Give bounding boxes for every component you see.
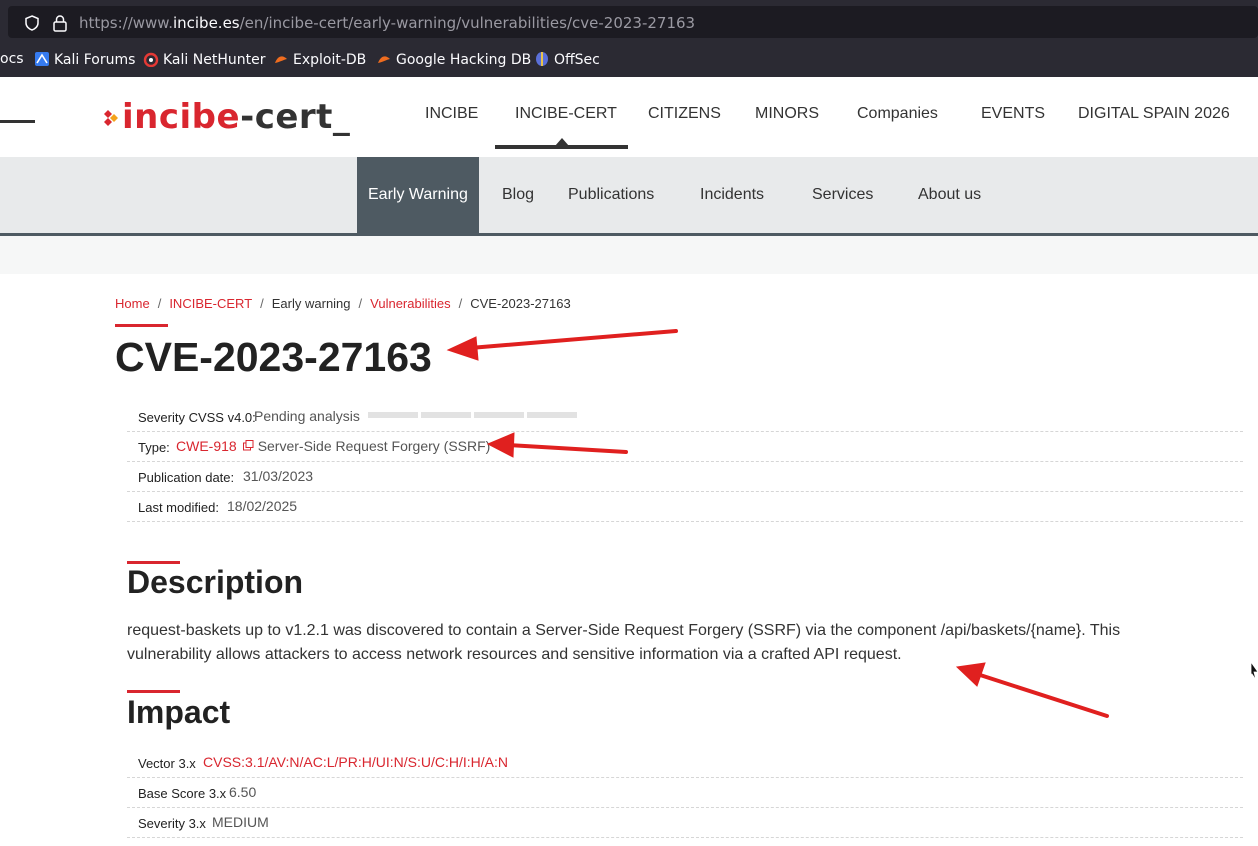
breadcrumb: Home / INCIBE-CERT / Early warning / Vulnerabi… <box>115 296 571 311</box>
nav-incibe[interactable]: INCIBE <box>425 105 478 123</box>
page-title: CVE-2023-27163 <box>115 334 432 380</box>
nav-companies[interactable]: Companies <box>857 105 938 123</box>
bookmark-google-hacking-db[interactable]: Google Hacking DB <box>376 51 531 68</box>
breadcrumb-home[interactable]: Home <box>115 296 150 311</box>
breadcrumb-separator: / <box>358 296 363 311</box>
browser-toolbar: https://www.incibe.es/en/incibe-cert/ear… <box>0 0 1258 44</box>
severity3-value: MEDIUM <box>212 814 269 830</box>
title-accent-bar <box>115 324 168 327</box>
subnav-blog[interactable]: Blog <box>502 157 534 233</box>
description-heading: Description <box>127 564 304 600</box>
bookmarks-bar: ocs Kali Forums Kali NetHunter Exploit-D… <box>0 44 1258 78</box>
kali-nethunter-icon <box>143 52 159 67</box>
incibe-cert-logo[interactable]: incibe-cert_ <box>102 97 350 137</box>
subnav-about-us[interactable]: About us <box>918 157 981 233</box>
publication-row: Publication date: 31/03/2023 <box>127 461 1243 492</box>
severity-meter <box>368 412 578 418</box>
breadcrumb-separator: / <box>458 296 463 311</box>
subnav-early-warning[interactable]: Early Warning <box>357 157 479 233</box>
severity-label: Severity CVSS v4.0: <box>138 410 256 425</box>
nav-digital-spain-2026[interactable]: DIGITAL SPAIN 2026 <box>1078 105 1230 123</box>
breadcrumb-vulnerabilities[interactable]: Vulnerabilities <box>370 296 450 311</box>
breadcrumb-incibe-cert[interactable]: INCIBE-CERT <box>169 296 252 311</box>
bookmark-offsec[interactable]: OffSec <box>534 51 600 68</box>
shield-icon[interactable] <box>24 15 40 31</box>
breadcrumb-current: CVE-2023-27163 <box>470 296 571 311</box>
breadcrumb-early-warning: Early warning <box>271 296 351 311</box>
sub-nav: Early Warning Blog Publications Incident… <box>0 157 1258 236</box>
nav-incibe-cert[interactable]: INCIBE-CERT <box>515 105 617 123</box>
type-name: Server-Side Request Forgery (SSRF) <box>257 438 491 454</box>
bookmark-exploit-db[interactable]: Exploit-DB <box>273 51 366 68</box>
severity-value: Pending analysis <box>254 408 360 424</box>
annotation-arrow-title <box>446 329 678 361</box>
subnav-incidents[interactable]: Incidents <box>700 157 764 233</box>
bookmark-kali-nethunter[interactable]: Kali NetHunter <box>143 51 265 68</box>
offsec-icon <box>536 52 548 66</box>
description-text: request-baskets up to v1.2.1 was discove… <box>127 622 1121 663</box>
impact-heading: Impact <box>127 694 231 730</box>
vector-row: Vector 3.x CVSS:3.1/AV:N/AC:L/PR:H/UI:N/… <box>127 747 1243 778</box>
base-score-value: 6.50 <box>229 784 257 800</box>
type-value: CWE-918 Server-Side Request Forgery (SSRF… <box>176 438 490 454</box>
menu-icon[interactable] <box>0 120 35 123</box>
kali-forums-icon <box>35 52 49 66</box>
type-row: Type: CWE-918 Server-Side Request Forgery… <box>127 431 1243 462</box>
lock-icon[interactable] <box>52 14 68 32</box>
active-nav-underline <box>495 145 628 149</box>
base-score-label: Base Score 3.x <box>138 786 227 801</box>
bookmark-docs[interactable]: ocs <box>0 51 24 67</box>
severity-row: Severity CVSS v4.0: Pending analysis <box>127 401 1243 432</box>
external-link-icon[interactable] <box>242 440 254 451</box>
severity3-row: Severity 3.x MEDIUM <box>127 807 1243 838</box>
publication-value: 31/03/2023 <box>243 468 314 484</box>
vector-link[interactable]: CVSS:3.1/AV:N/AC:L/PR:H/UI:N/S:U/C:H/I:H… <box>203 754 508 770</box>
subnav-publications[interactable]: Publications <box>568 157 654 233</box>
cwe-link[interactable]: CWE-918 <box>176 438 237 454</box>
modified-label: Last modified: <box>138 500 219 515</box>
annotation-arrow-description <box>955 662 1109 718</box>
modified-row: Last modified: 18/02/2025 <box>127 491 1243 522</box>
impact-accent-bar <box>127 690 180 693</box>
base-score-row: Base Score 3.x 6.50 <box>127 777 1243 808</box>
nav-minors[interactable]: MINORS <box>755 105 819 123</box>
vector-label: Vector 3.x <box>138 756 196 771</box>
url-text[interactable]: https://www.incibe.es/en/incibe-cert/ear… <box>79 14 695 32</box>
nav-citizens[interactable]: CITIZENS <box>648 105 721 123</box>
type-label: Type: <box>138 440 170 455</box>
subnav-services[interactable]: Services <box>812 157 873 233</box>
bookmark-kali-forums[interactable]: Kali Forums <box>34 51 135 68</box>
google-hacking-db-icon <box>378 56 390 63</box>
mouse-cursor-icon <box>1251 662 1258 681</box>
modified-value: 18/02/2025 <box>227 498 298 514</box>
publication-label: Publication date: <box>138 470 235 485</box>
exploit-db-icon <box>275 56 287 63</box>
breadcrumb-separator: / <box>260 296 264 311</box>
subnav-spacer-band <box>0 236 1258 274</box>
logo-diamond-icon <box>104 110 118 126</box>
address-bar[interactable]: https://www.incibe.es/en/incibe-cert/ear… <box>8 6 1258 38</box>
site-header: incibe-cert_ INCIBE INCIBE-CERT CITIZENS… <box>0 77 1258 157</box>
severity3-label: Severity 3.x <box>138 816 206 831</box>
breadcrumb-separator: / <box>157 296 162 311</box>
nav-events[interactable]: EVENTS <box>981 105 1045 123</box>
